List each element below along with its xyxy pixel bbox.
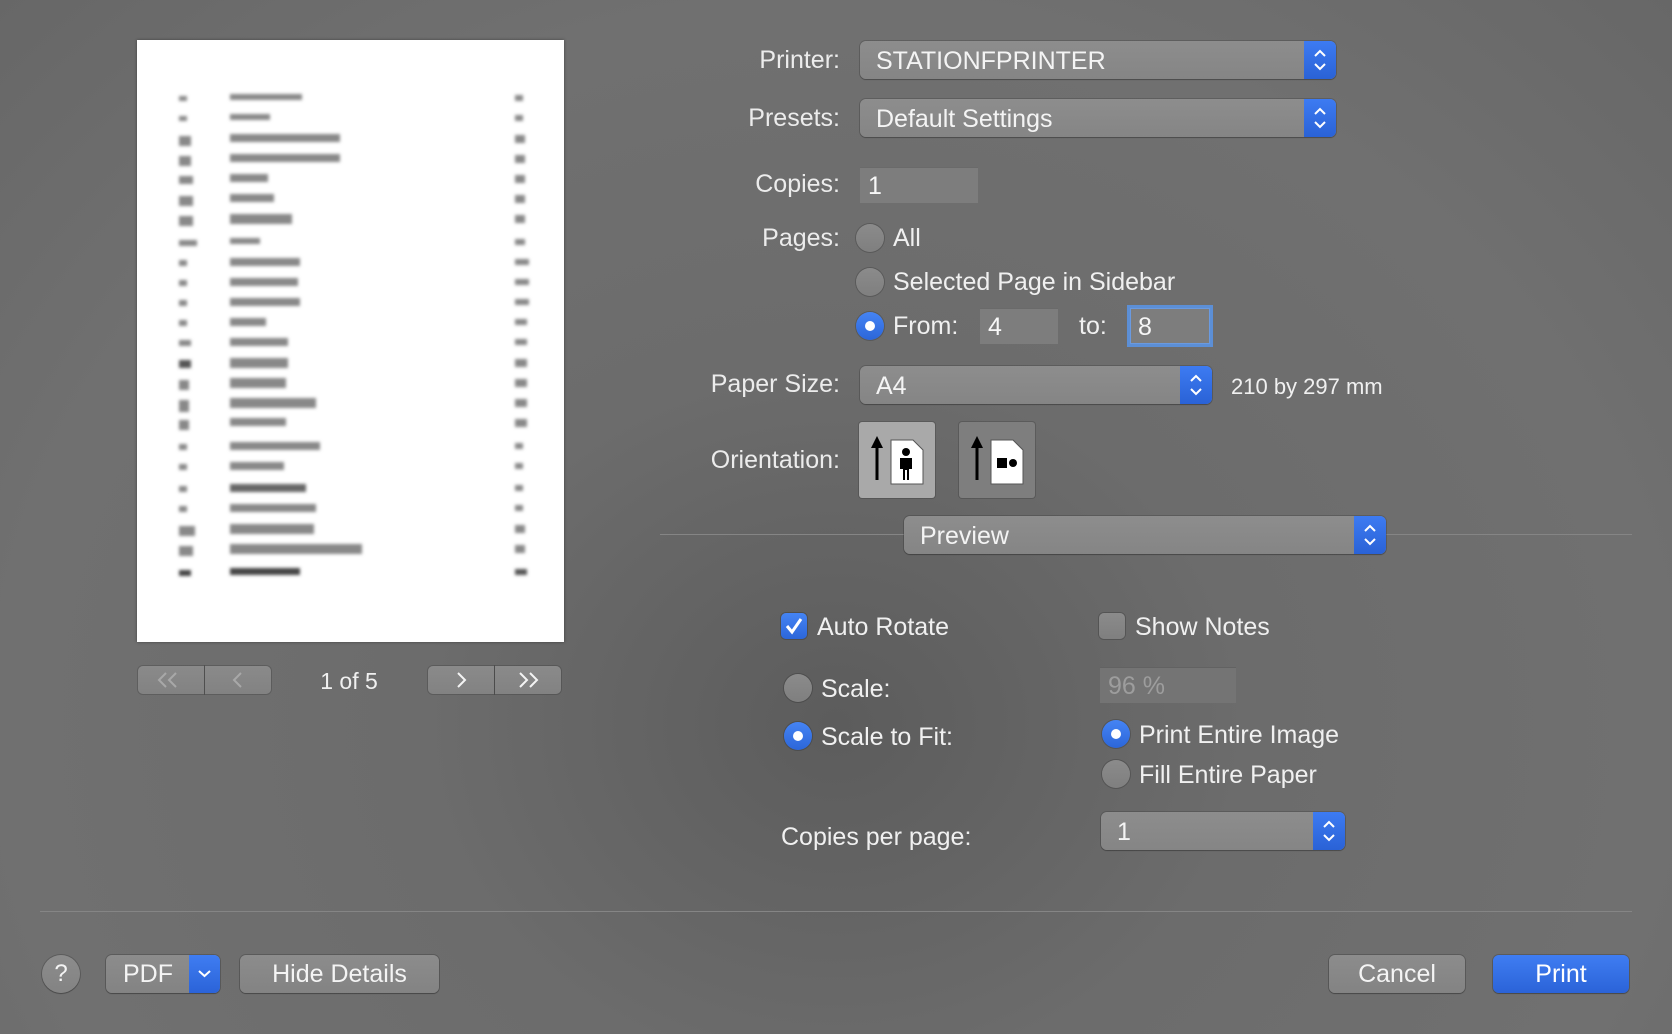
cancel-button[interactable]: Cancel [1329,955,1465,993]
footer-separator [40,911,1632,912]
landscape-orientation-icon [971,436,1024,485]
pages-selected-label: Selected Page in Sidebar [893,268,1176,296]
print-entire-image-radio[interactable] [1102,720,1130,748]
paper-size-label: Paper Size: [710,370,840,398]
blurred-document-content [179,94,529,576]
print-button[interactable]: Print [1493,955,1629,993]
fill-entire-paper-label: Fill Entire Paper [1139,761,1317,789]
copies-field[interactable]: 1 [860,167,978,203]
section-value: Preview [920,522,1009,550]
printer-label: Printer: [759,46,840,74]
orientation-label: Orientation: [710,446,840,474]
scale-value: 96 % [1108,672,1165,700]
pages-from-field[interactable]: 4 [980,308,1058,344]
pages-from-radio[interactable] [856,312,884,340]
updown-chevron-icon [1180,366,1212,404]
next-page-button[interactable] [428,666,494,694]
scale-to-fit-label: Scale to Fit: [821,723,953,751]
copies-per-page-value: 1 [1117,818,1131,846]
pages-to-value: 8 [1138,313,1152,341]
pdf-menu-button[interactable]: PDF [106,955,220,993]
pages-all-radio[interactable] [856,224,884,252]
paper-size-select[interactable]: A4 [860,366,1212,404]
fill-entire-paper-radio[interactable] [1102,760,1130,788]
updown-chevron-icon [1304,41,1336,79]
auto-rotate-checkbox[interactable] [781,613,807,639]
portrait-orientation-icon [871,436,924,485]
copies-value: 1 [868,172,882,200]
copies-label: Copies: [755,170,840,198]
presets-label: Presets: [748,104,840,132]
updown-chevron-icon [1313,812,1345,850]
section-select[interactable]: Preview [904,516,1386,554]
last-page-button[interactable] [495,666,561,694]
scale-to-fit-radio[interactable] [784,722,812,750]
landscape-orientation-button[interactable] [959,422,1035,498]
page-preview-thumbnail [137,40,564,642]
pages-to-field[interactable]: 8 [1130,308,1210,344]
double-chevron-right-icon [519,672,539,688]
presets-value: Default Settings [876,105,1053,133]
checkmark-icon [785,618,803,635]
pages-from-label: From: [893,312,959,340]
copies-per-page-select[interactable]: 1 [1101,812,1345,850]
paper-dimensions: 210 by 297 mm [1231,374,1383,399]
show-notes-checkbox[interactable] [1099,613,1125,639]
pages-selected-radio[interactable] [856,268,884,296]
scale-label: Scale: [821,675,891,703]
auto-rotate-label: Auto Rotate [817,613,950,641]
page-indicator: 1 of 5 [320,668,378,694]
pages-all-label: All [893,224,921,252]
chevron-down-icon [189,955,220,993]
previous-page-button[interactable] [205,666,271,694]
paper-size-value: A4 [876,372,907,400]
updown-chevron-icon [1304,99,1336,137]
updown-chevron-icon [1354,516,1386,554]
printer-value: STATIONFPRINTER [876,47,1106,75]
portrait-orientation-button[interactable] [859,422,935,498]
scale-field[interactable]: 96 % [1100,667,1236,703]
first-page-button[interactable] [138,666,204,694]
printer-select[interactable]: STATIONFPRINTER [860,41,1336,79]
hide-details-button[interactable]: Hide Details [240,955,439,993]
presets-select[interactable]: Default Settings [860,99,1336,137]
show-notes-label: Show Notes [1135,613,1270,641]
chevron-left-icon [232,672,242,688]
pages-to-label: to: [1079,312,1107,340]
scale-radio[interactable] [784,674,812,702]
help-button[interactable]: ? [42,955,80,993]
pdf-label: PDF [123,960,173,988]
copies-per-page-label: Copies per page: [781,823,972,851]
pages-from-value: 4 [988,313,1002,341]
double-chevron-left-icon [157,672,177,688]
pages-label: Pages: [762,224,840,252]
chevron-right-icon [457,672,467,688]
print-entire-image-label: Print Entire Image [1139,721,1340,749]
